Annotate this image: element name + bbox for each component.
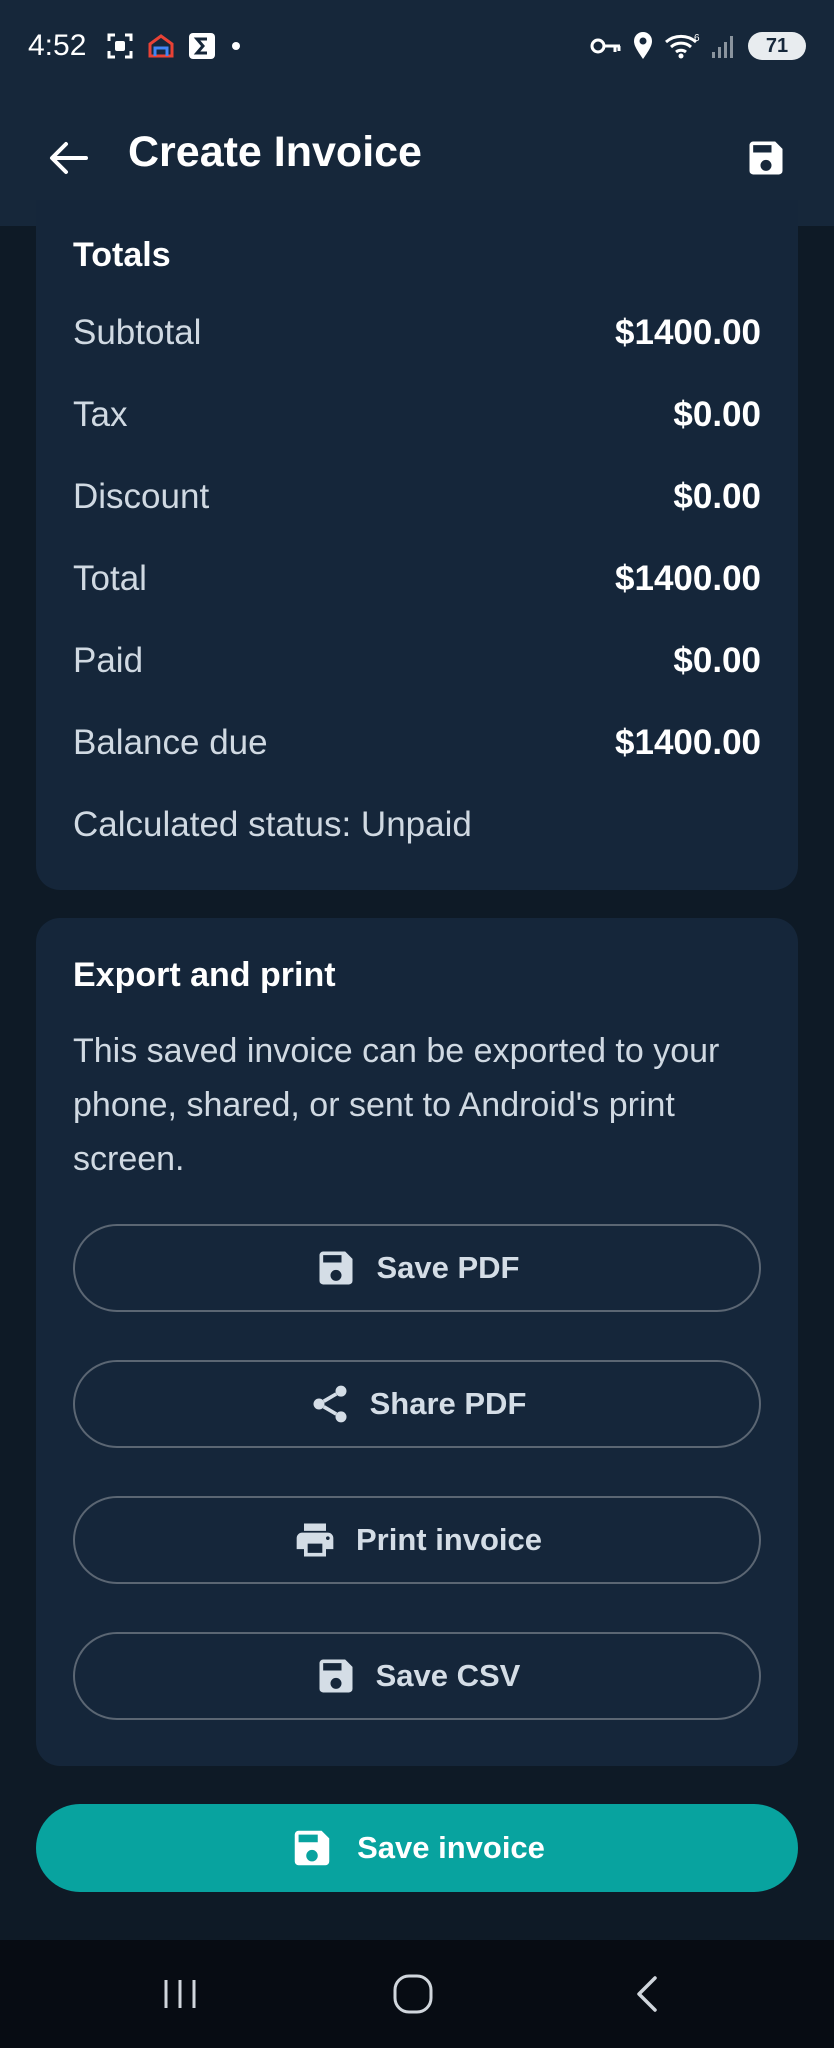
save-csv-button[interactable]: Save CSV bbox=[73, 1632, 761, 1720]
recents-button[interactable] bbox=[150, 1970, 210, 2018]
row-value: $0.00 bbox=[673, 395, 761, 434]
row-label: Tax bbox=[73, 395, 128, 434]
battery-icon: 71 bbox=[748, 32, 806, 60]
tax-row: Tax $0.00 bbox=[73, 395, 761, 435]
save-toolbar-button[interactable] bbox=[740, 132, 792, 184]
row-value: $0.00 bbox=[673, 477, 761, 516]
dot-icon bbox=[228, 38, 244, 54]
save-invoice-button[interactable]: Save invoice bbox=[36, 1804, 798, 1892]
export-card: Export and print This saved invoice can … bbox=[36, 918, 798, 1766]
totals-card: Totals Subtotal $1400.00 Tax $0.00 Disco… bbox=[36, 200, 798, 890]
screenshot-icon bbox=[106, 32, 134, 60]
back-button[interactable] bbox=[44, 134, 92, 182]
totals-title: Totals bbox=[73, 236, 171, 274]
status-time: 4:52 bbox=[28, 29, 87, 62]
row-value: $1400.00 bbox=[615, 559, 761, 598]
home-button[interactable] bbox=[383, 1970, 443, 2018]
location-icon bbox=[632, 31, 654, 61]
total-row: Total $1400.00 bbox=[73, 559, 761, 599]
button-label: Share PDF bbox=[369, 1386, 527, 1421]
chevron-left-icon bbox=[637, 1976, 657, 2012]
balance-due-row: Balance due $1400.00 bbox=[73, 723, 761, 763]
print-invoice-button[interactable]: Print invoice bbox=[73, 1496, 761, 1584]
row-value: $0.00 bbox=[673, 641, 761, 680]
button-label: Save PDF bbox=[376, 1250, 520, 1285]
row-label: Discount bbox=[73, 477, 210, 516]
row-value: $1400.00 bbox=[615, 313, 761, 352]
home-icon bbox=[393, 1974, 433, 2014]
discount-row: Discount $0.00 bbox=[73, 477, 761, 517]
save-pdf-button[interactable]: Save PDF bbox=[73, 1224, 761, 1312]
row-label: Subtotal bbox=[73, 313, 202, 352]
export-description: This saved invoice can be exported to yo… bbox=[73, 1032, 720, 1178]
status-bar: 4:52 6 71 bbox=[0, 0, 834, 92]
row-label: Balance due bbox=[73, 723, 268, 762]
row-label: Total bbox=[73, 559, 147, 598]
wifi-icon: 6 bbox=[664, 32, 700, 60]
home-app-icon bbox=[146, 32, 176, 60]
save-icon bbox=[319, 1251, 353, 1285]
save-icon bbox=[294, 1830, 330, 1866]
share-pdf-button[interactable]: Share PDF bbox=[73, 1360, 761, 1448]
paid-row: Paid $0.00 bbox=[73, 641, 761, 681]
share-icon bbox=[313, 1385, 347, 1423]
signal-icon bbox=[710, 32, 738, 60]
status-left: 4:52 bbox=[28, 29, 244, 63]
status-right: 6 71 bbox=[590, 31, 806, 61]
save-icon bbox=[319, 1659, 353, 1693]
battery-level: 71 bbox=[765, 34, 789, 57]
button-label: Print invoice bbox=[355, 1522, 543, 1557]
system-nav-bar bbox=[0, 1940, 834, 2048]
row-value: $1400.00 bbox=[615, 723, 761, 762]
subtotal-row: Subtotal $1400.00 bbox=[73, 313, 761, 353]
vpn-key-icon bbox=[590, 35, 622, 57]
sigma-app-icon bbox=[188, 32, 216, 60]
svg-text:6: 6 bbox=[694, 33, 700, 44]
button-label: Save CSV bbox=[375, 1658, 521, 1693]
back-nav-button[interactable] bbox=[616, 1970, 676, 2018]
recents-icon bbox=[164, 1980, 196, 2008]
button-label: Save invoice bbox=[357, 1830, 545, 1865]
print-icon bbox=[296, 1523, 334, 1557]
export-title: Export and print bbox=[73, 956, 336, 994]
calculated-status: Calculated status: Unpaid bbox=[73, 805, 472, 844]
page-title: Create Invoice bbox=[128, 128, 422, 176]
row-label: Paid bbox=[73, 641, 144, 680]
save-icon bbox=[749, 141, 783, 175]
arrow-left-icon bbox=[50, 142, 88, 174]
